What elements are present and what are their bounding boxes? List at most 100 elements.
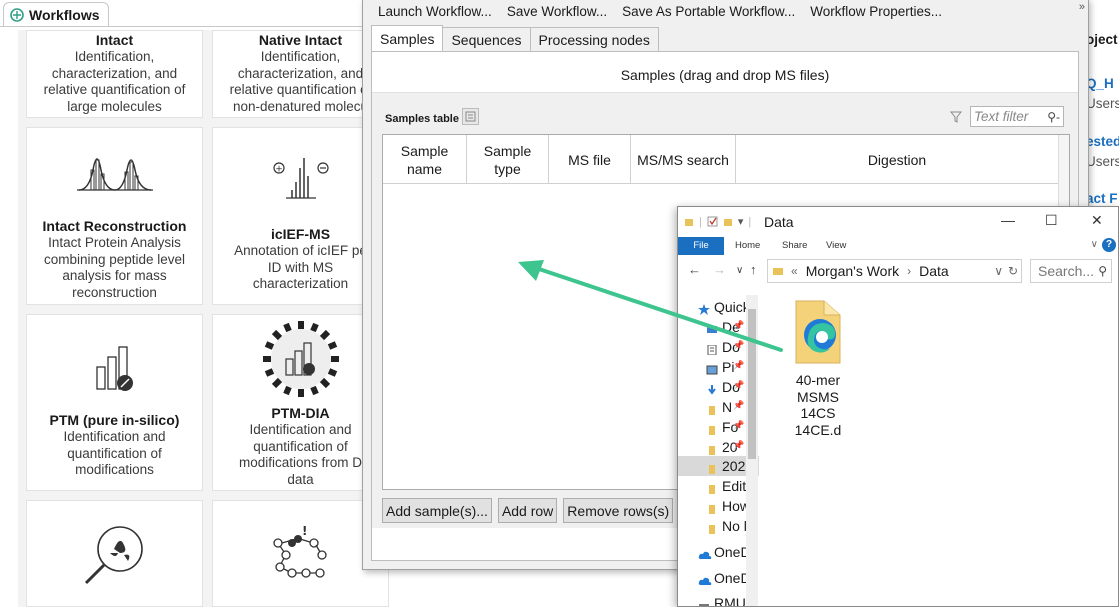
menu-workflow-properties[interactable]: Workflow Properties... bbox=[810, 4, 942, 19]
back-arrow-icon[interactable]: ← bbox=[688, 262, 701, 277]
nav-pane-scroll-thumb[interactable] bbox=[748, 309, 756, 459]
nav-pane-scrollbar[interactable] bbox=[746, 295, 758, 606]
picture-icon bbox=[706, 362, 718, 375]
workflow-card-ptm-pure-in-silico[interactable]: PTM (pure in-silico) Identification and … bbox=[26, 314, 203, 491]
tab-processing-nodes[interactable]: Processing nodes bbox=[529, 27, 659, 51]
recent-locations-icon[interactable]: ∨ bbox=[736, 265, 743, 276]
card-title: Intact bbox=[95, 32, 134, 48]
file-name-line: 40-mer bbox=[795, 372, 841, 388]
remove-rows-button[interactable]: Remove rows(s) bbox=[563, 498, 674, 523]
right-panel-link[interactable]: Q_H bbox=[1086, 76, 1114, 91]
file-item-40-mer[interactable]: 40-mer MSMS 14CS 14CE.d bbox=[778, 297, 858, 438]
samples-button-row: Add sample(s)... Add row Remove rows(s) bbox=[382, 498, 674, 523]
pin-icon: 📌 bbox=[733, 420, 745, 430]
column-label-line: Digestion bbox=[867, 151, 927, 168]
column-ms-file[interactable]: MS file bbox=[549, 135, 631, 184]
tab-sequences[interactable]: Sequences bbox=[442, 27, 531, 51]
toolbar-dropdown-icon[interactable]: ▾ bbox=[738, 215, 744, 228]
workflow-card-bottom-left[interactable] bbox=[26, 500, 203, 607]
quick-access-toolbar: | ▾ | bbox=[684, 215, 751, 228]
card-desc-line: large molecules bbox=[67, 98, 162, 114]
samples-drop-caption: Samples (drag and drop MS files) bbox=[620, 67, 830, 83]
breadcrumb-morgans-work[interactable]: Morgan's Work bbox=[806, 263, 899, 279]
ribbon-home-tab[interactable]: Home bbox=[735, 240, 760, 251]
column-label-line: name bbox=[406, 160, 443, 177]
new-folder-icon[interactable] bbox=[723, 217, 733, 227]
file-explorer-window: | ▾ | Data — ☐ ✕ File Home Share View ∨ … bbox=[677, 206, 1119, 607]
ribbon-expand-chevron-icon[interactable]: ∨ bbox=[1091, 239, 1098, 250]
explorer-search-input[interactable]: Search... ⚲ bbox=[1030, 259, 1112, 283]
breadcrumb-separator-icon: › bbox=[907, 264, 912, 278]
add-samples-button[interactable]: Add sample(s)... bbox=[382, 498, 492, 523]
right-panel-link[interactable]: act F bbox=[1086, 191, 1118, 206]
refresh-icon[interactable]: ↻ bbox=[1008, 264, 1018, 278]
up-arrow-icon[interactable]: ↑ bbox=[750, 262, 757, 277]
folder-icon bbox=[706, 501, 718, 514]
address-bar[interactable]: « Morgan's Work › Data ∨ ↻ bbox=[767, 259, 1022, 283]
filter-search-icon[interactable]: ⚲- bbox=[1047, 108, 1060, 127]
column-label-line: Sample bbox=[400, 142, 449, 159]
pin-icon: 📌 bbox=[733, 360, 745, 370]
explorer-title-bar: | ▾ | Data — ☐ ✕ bbox=[678, 207, 1118, 237]
minimize-icon[interactable]: — bbox=[1001, 212, 1015, 228]
pin-icon: 📌 bbox=[733, 400, 745, 410]
breadcrumb-overflow[interactable]: « bbox=[791, 264, 798, 278]
table-options-icon[interactable] bbox=[462, 108, 479, 125]
workflows-gem-icon bbox=[10, 7, 24, 22]
toolbar-divider: | bbox=[699, 215, 702, 228]
menu-overflow-icon[interactable]: » bbox=[1079, 1, 1085, 13]
desktop-icon bbox=[706, 322, 718, 333]
add-row-button[interactable]: Add row bbox=[497, 498, 558, 523]
breadcrumb-data[interactable]: Data bbox=[919, 263, 949, 279]
card-title: Intact Reconstruction bbox=[42, 218, 187, 234]
edge-folder-icon bbox=[795, 300, 841, 364]
document-icon bbox=[706, 342, 718, 356]
folder-icon bbox=[706, 461, 718, 474]
column-msms-search[interactable]: MS/MS search bbox=[631, 135, 736, 184]
column-label-line: type bbox=[494, 160, 521, 177]
svg-text:+: + bbox=[275, 165, 283, 175]
column-digestion[interactable]: Digestion bbox=[736, 135, 1058, 184]
drive-icon bbox=[698, 598, 710, 606]
workflow-card-intact-reconstruction[interactable]: Intact Reconstruction Intact Protein Ana… bbox=[26, 127, 203, 305]
nav-item-label: No l bbox=[722, 518, 747, 534]
toolbar-divider: | bbox=[748, 215, 752, 228]
workflow-card-intact[interactable]: Intact Identification, characterization,… bbox=[26, 30, 203, 118]
samples-table-label: Samples table bbox=[385, 113, 459, 125]
icief-electrode-icon: + bbox=[272, 158, 329, 199]
workflows-tab[interactable]: Workflows bbox=[3, 2, 109, 26]
ribbon-view-tab[interactable]: View bbox=[826, 240, 846, 251]
column-label-line: MS/MS search bbox=[637, 151, 729, 168]
right-panel-heading: oject bbox=[1086, 32, 1118, 47]
text-filter-input[interactable]: Text filter ⚲- bbox=[970, 106, 1064, 127]
search-icon[interactable]: ⚲ bbox=[1098, 260, 1107, 282]
explorer-window-title: Data bbox=[764, 214, 794, 230]
menu-launch-workflow[interactable]: Launch Workflow... bbox=[378, 4, 492, 19]
help-icon[interactable]: ? bbox=[1102, 238, 1116, 252]
close-icon[interactable]: ✕ bbox=[1091, 212, 1103, 229]
maximize-icon[interactable]: ☐ bbox=[1045, 212, 1058, 229]
workflows-tab-label: Workflows bbox=[29, 6, 100, 23]
nav-item-label: RMU bbox=[714, 595, 746, 607]
filter-funnel-icon[interactable] bbox=[950, 111, 962, 123]
file-name-line: 14CE.d bbox=[794, 421, 842, 438]
bar-chart-magnifier-icon bbox=[95, 346, 133, 391]
nav-item-label: N bbox=[722, 399, 733, 415]
card-desc-line: Identification, bbox=[74, 49, 155, 64]
ptm-dia-gear-icon bbox=[262, 321, 339, 397]
column-sample-name[interactable]: Sample name bbox=[383, 135, 467, 184]
menu-save-workflow[interactable]: Save Workflow... bbox=[507, 4, 607, 19]
properties-checkmark-icon[interactable] bbox=[707, 216, 718, 227]
column-sample-type[interactable]: Sample type bbox=[467, 135, 549, 184]
folder-icon bbox=[706, 422, 718, 435]
right-panel-link[interactable]: ested bbox=[1086, 134, 1119, 149]
tab-divider bbox=[0, 26, 370, 27]
ribbon-share-tab[interactable]: Share bbox=[782, 240, 807, 251]
address-dropdown-icon[interactable]: ∨ bbox=[994, 264, 1003, 278]
menu-save-portable-workflow[interactable]: Save As Portable Workflow... bbox=[622, 4, 795, 19]
magnifier-molecule-icon bbox=[84, 526, 143, 585]
ribbon-file-tab[interactable]: File bbox=[678, 237, 724, 255]
tab-samples[interactable]: Samples bbox=[371, 25, 444, 51]
peptide-chain-icon: ! bbox=[272, 524, 327, 578]
forward-arrow-icon[interactable]: → bbox=[713, 262, 726, 277]
